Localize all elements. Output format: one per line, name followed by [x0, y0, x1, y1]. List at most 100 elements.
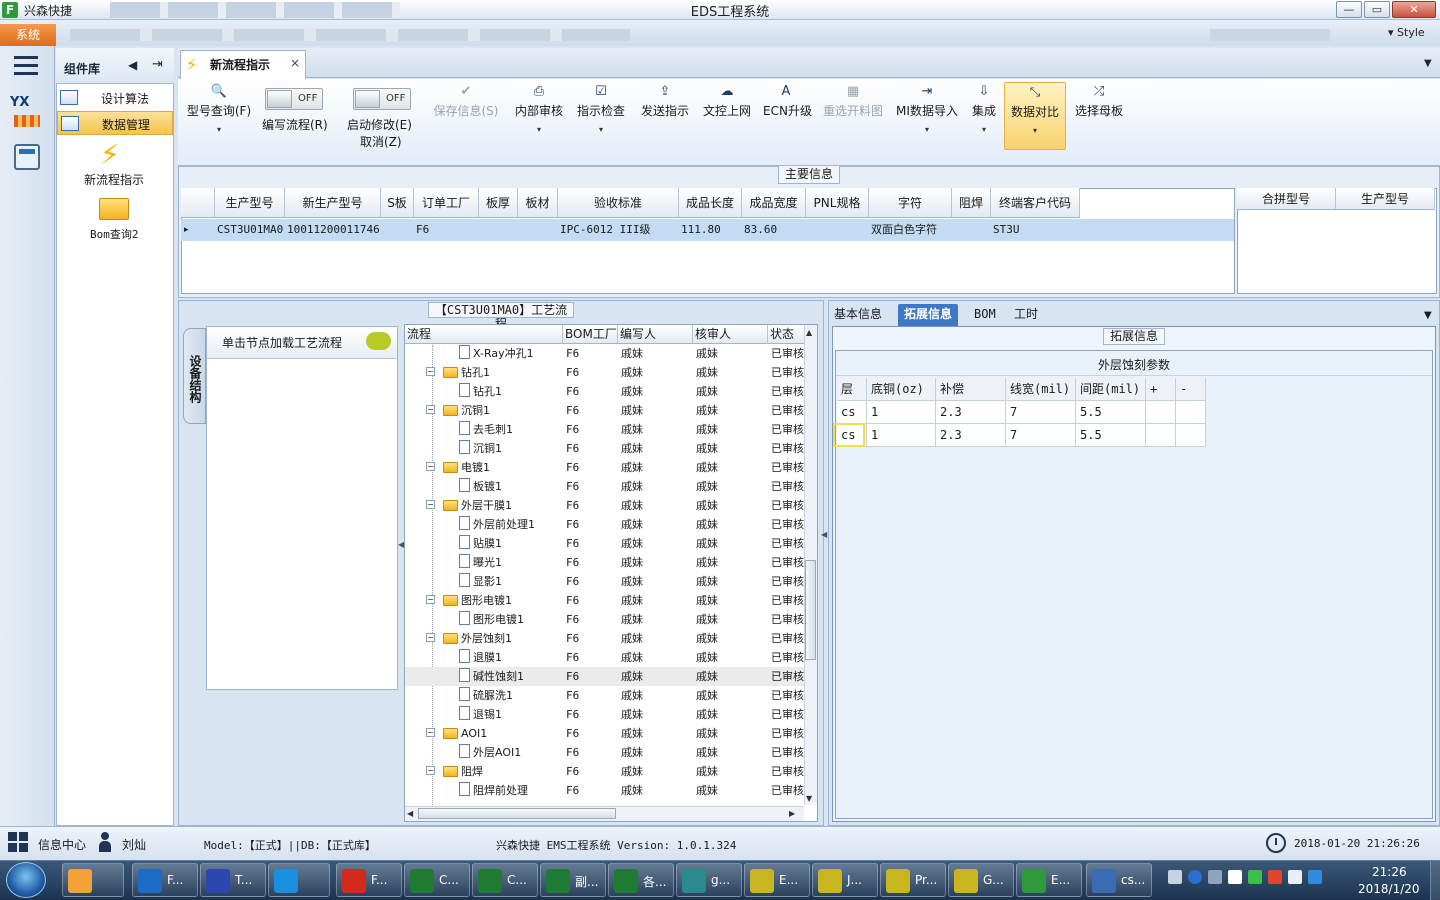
ribbon-button-doc-upload[interactable]: ☁ 文控上网: [700, 82, 754, 150]
arrows-icon[interactable]: [1208, 870, 1222, 884]
tree-node[interactable]: 外层干膜1: [443, 496, 512, 515]
tree-node[interactable]: 图形电镀1: [459, 610, 524, 629]
cancel-modify-label[interactable]: 取消(Z): [360, 133, 402, 150]
column-header[interactable]: 线宽(mil): [1006, 378, 1076, 401]
tree-row[interactable]: − 外层蚀刻1 F6 戚妹 戚妹 已审核: [405, 629, 805, 648]
collapse-icon[interactable]: −: [426, 766, 435, 775]
collapse-icon[interactable]: −: [426, 367, 435, 376]
column-header[interactable]: 新生产型号: [285, 188, 381, 218]
taskbar-item[interactable]: C...: [404, 863, 470, 897]
tray-expand-icon[interactable]: [1228, 870, 1242, 884]
column-header[interactable]: +: [1146, 378, 1176, 401]
table-cell[interactable]: F6: [414, 219, 479, 241]
maximize-button[interactable]: ▭: [1364, 1, 1390, 18]
tree-row[interactable]: 硫脲洗1 F6 戚妹 戚妹 已审核: [405, 686, 805, 705]
tree-node[interactable]: 硫脲洗1: [459, 686, 513, 705]
column-header[interactable]: 字符: [869, 188, 952, 218]
tree-row[interactable]: 贴膜1 F6 戚妹 戚妹 已审核: [405, 534, 805, 553]
collapse-icon[interactable]: −: [426, 462, 435, 471]
tree-row[interactable]: − 钻孔1 F6 戚妹 戚妹 已审核: [405, 363, 805, 382]
splitter-handle[interactable]: ◀: [821, 530, 827, 539]
minimize-button[interactable]: —: [1336, 1, 1362, 18]
table-cell[interactable]: [1176, 424, 1206, 447]
tree-row[interactable]: X-Ray冲孔1 F6 戚妹 戚妹 已审核: [405, 344, 805, 363]
taskbar-item[interactable]: T...: [200, 863, 266, 897]
pin-icon[interactable]: ⇥: [152, 57, 163, 72]
table-cell[interactable]: ST3U: [991, 219, 1080, 241]
calculator-icon[interactable]: [14, 144, 40, 170]
taskbar-item[interactable]: E...: [744, 863, 810, 897]
tree-node[interactable]: 去毛刺1: [459, 420, 513, 439]
tree-row[interactable]: 板镀1 F6 戚妹 戚妹 已审核: [405, 477, 805, 496]
tab-work-hours[interactable]: 工时: [1008, 304, 1044, 326]
table-cell[interactable]: 7: [1006, 401, 1076, 424]
taskbar-item[interactable]: J...: [812, 863, 878, 897]
speech-bubble-icon[interactable]: [366, 332, 391, 350]
table-cell[interactable]: 5.5: [1076, 401, 1146, 424]
tree-node[interactable]: 碱性蚀刻1: [459, 667, 524, 686]
tree-row[interactable]: 退锡1 F6 戚妹 戚妹 已审核: [405, 705, 805, 724]
taskbar-item[interactable]: C...: [472, 863, 538, 897]
tree-row[interactable]: − 外层干膜1 F6 戚妹 戚妹 已审核: [405, 496, 805, 515]
table-cell[interactable]: 1: [867, 424, 936, 447]
tree-row[interactable]: − 沉铜1 F6 戚妹 戚妹 已审核: [405, 401, 805, 420]
tab-bom[interactable]: BOM: [968, 304, 1002, 326]
collapse-icon[interactable]: −: [426, 595, 435, 604]
table-cell[interactable]: [1146, 424, 1176, 447]
table-cell[interactable]: 2.3: [936, 424, 1006, 447]
taskbar-date[interactable]: 2018/1/20: [1358, 882, 1420, 896]
system-menu-button[interactable]: 系统: [0, 24, 56, 46]
column-header[interactable]: 生产型号: [1336, 188, 1435, 210]
start-button[interactable]: [6, 862, 46, 898]
tree-row[interactable]: − AOI1 F6 戚妹 戚妹 已审核: [405, 724, 805, 743]
scrollbar-thumb[interactable]: [805, 560, 816, 660]
column-header[interactable]: 订单工厂: [414, 188, 479, 218]
tree-node[interactable]: 退膜1: [459, 648, 502, 667]
device-structure-tab[interactable]: 设备结构: [183, 328, 206, 424]
taskbar-item[interactable]: F...: [336, 863, 402, 897]
taskbar-item[interactable]: F...: [132, 863, 198, 897]
column-header[interactable]: 终端客户代码: [991, 188, 1080, 218]
tree-node[interactable]: 电镀1: [443, 458, 490, 477]
tree-node[interactable]: 曝光1: [459, 553, 502, 572]
table-cell[interactable]: 双面白色字符: [869, 219, 952, 241]
table-cell[interactable]: 7: [1006, 424, 1076, 447]
column-header[interactable]: 板材: [518, 188, 558, 218]
taskbar-time[interactable]: 21:26: [1372, 865, 1407, 879]
scrollbar-thumb[interactable]: [418, 808, 616, 819]
column-header[interactable]: 核审人: [693, 325, 768, 344]
lightning-icon[interactable]: ⚡: [100, 138, 126, 172]
column-header[interactable]: 成品长度: [679, 188, 742, 218]
ribbon-button-save-info[interactable]: ✔ 保存信息(S): [430, 82, 502, 150]
column-header[interactable]: 层: [837, 378, 867, 401]
column-header[interactable]: 验收标准: [558, 188, 679, 218]
collapse-icon[interactable]: −: [426, 405, 435, 414]
ribbon-button-data-compare[interactable]: ⤡ 数据对比 ▾: [1004, 82, 1066, 150]
scroll-right-icon[interactable]: ▶: [789, 809, 795, 818]
edit-flow-toggle[interactable]: OFF: [265, 88, 323, 110]
ribbon-button-reselect-layout[interactable]: ▦ 重选开料图: [820, 82, 886, 150]
show-desktop-button[interactable]: [1430, 861, 1440, 900]
tree-row[interactable]: 阻焊前处理 F6 戚妹 戚妹 已审核: [405, 781, 805, 800]
tree-node[interactable]: 沉铜1: [459, 439, 502, 458]
nav-item-data-management[interactable]: 数据管理: [57, 111, 173, 135]
tree-row[interactable]: 外层AOI1 F6 戚妹 戚妹 已审核: [405, 743, 805, 762]
tree-node[interactable]: 贴膜1: [459, 534, 502, 553]
shortcut-bom-query-label[interactable]: Bom查询2: [90, 226, 139, 242]
tree-row[interactable]: − 图形电镀1 F6 戚妹 戚妹 已审核: [405, 591, 805, 610]
tree-row[interactable]: − 阻焊 F6 戚妹 戚妹 已审核: [405, 762, 805, 781]
system-tray[interactable]: [1162, 864, 1362, 896]
column-header[interactable]: 编写人: [618, 325, 693, 344]
tree-row[interactable]: 曝光1 F6 戚妹 戚妹 已审核: [405, 553, 805, 572]
table-cell[interactable]: 2.3: [936, 401, 1006, 424]
tree-row[interactable]: 钻孔1 F6 戚妹 戚妹 已审核: [405, 382, 805, 401]
table-cell[interactable]: cs: [837, 401, 867, 424]
column-header[interactable]: BOM工厂: [563, 325, 618, 344]
ribbon-button-select-master[interactable]: ⤮ 选择母板: [1072, 82, 1126, 150]
table-cell[interactable]: IPC-6012 III级: [558, 219, 679, 241]
tree-row[interactable]: 退膜1 F6 戚妹 戚妹 已审核: [405, 648, 805, 667]
tree-node[interactable]: 图形电镀1: [443, 591, 512, 610]
feather-icon[interactable]: [1308, 870, 1322, 884]
table-cell[interactable]: [1146, 401, 1176, 424]
tree-node[interactable]: 沉铜1: [443, 401, 490, 420]
